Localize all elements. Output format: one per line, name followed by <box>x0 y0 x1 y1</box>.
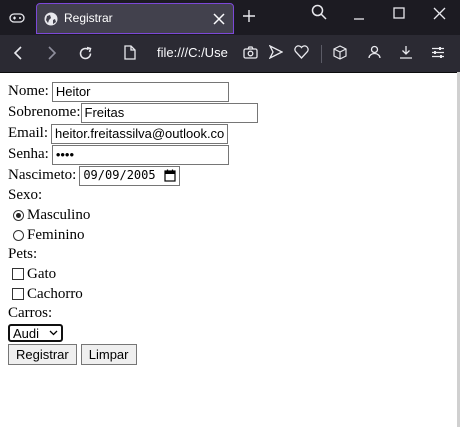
sexo-option-masculino: Masculino <box>8 205 258 225</box>
sexo-option-feminino: Feminino <box>8 225 258 245</box>
close-tab-icon[interactable] <box>211 11 227 27</box>
sexo-label: Sexo: <box>8 187 43 203</box>
date-year[interactable]: 2005 <box>127 168 156 182</box>
carros-select[interactable]: Audi <box>8 324 63 342</box>
close-window-icon[interactable] <box>430 4 448 22</box>
globe-icon <box>44 12 58 26</box>
heart-icon[interactable] <box>293 44 309 60</box>
account-icon[interactable] <box>366 44 382 60</box>
page-icon <box>122 43 138 61</box>
limpar-button[interactable]: Limpar <box>80 343 137 365</box>
maximize-icon[interactable] <box>390 4 408 22</box>
toolbar-separator <box>321 45 322 63</box>
feminino-radio[interactable] <box>13 229 24 241</box>
nome-label: Nome: <box>8 83 49 99</box>
pets-row: Pets: <box>8 245 258 264</box>
pets-option-cachorro: Cachorro <box>8 284 258 304</box>
feminino-label: Feminino <box>27 226 85 243</box>
nome-row: Nome: Heitor <box>8 81 258 102</box>
nascimento-label: Nascimeto: <box>8 167 77 183</box>
url-field[interactable]: file:///C:/Use <box>157 45 228 60</box>
cachorro-checkbox[interactable] <box>12 288 24 300</box>
screenshot-icon[interactable] <box>242 44 258 60</box>
buttons-row: Registrar Limpar <box>8 343 258 365</box>
registration-form: Nome: Heitor Sobrenome: Freitas Email: h… <box>8 81 258 365</box>
email-label: Email: <box>8 125 48 141</box>
senha-input[interactable]: •••• <box>51 144 229 165</box>
new-tab-icon[interactable] <box>240 7 258 25</box>
senha-row: Senha: •••• <box>8 144 258 165</box>
sobrenome-input[interactable]: Freitas <box>80 102 258 123</box>
chevron-down-icon <box>49 330 58 336</box>
sobrenome-row: Sobrenome: Freitas <box>8 102 258 123</box>
forward-icon[interactable] <box>44 44 60 62</box>
send-icon[interactable] <box>268 44 284 60</box>
gato-checkbox[interactable] <box>12 268 24 280</box>
download-icon[interactable] <box>398 44 414 60</box>
registrar-button[interactable]: Registrar <box>8 343 77 365</box>
date-month[interactable]: 09 <box>105 168 119 182</box>
reload-icon[interactable] <box>76 44 94 62</box>
search-icon[interactable] <box>310 3 328 21</box>
pets-label: Pets: <box>8 246 38 262</box>
sexo-row: Sexo: <box>8 186 258 205</box>
nascimento-row: Nascimeto: 09/09/2005 <box>8 165 258 186</box>
carros-row: Carros: <box>8 304 258 323</box>
nascimento-date-input[interactable]: 09/09/2005 <box>79 165 180 186</box>
sobrenome-label: Sobrenome: <box>8 104 81 120</box>
gamepad-icon[interactable] <box>6 8 28 28</box>
carros-label: Carros: <box>8 305 53 321</box>
senha-label: Senha: <box>8 146 49 162</box>
tab-bar: Registrar <box>0 0 460 35</box>
extensions-cube-icon[interactable] <box>332 44 348 60</box>
minimize-icon[interactable] <box>350 6 368 24</box>
tab-title: Registrar <box>64 11 113 25</box>
settings-sliders-icon[interactable] <box>430 44 446 60</box>
pets-option-gato: Gato <box>8 264 258 284</box>
date-day[interactable]: 09 <box>83 168 97 182</box>
tab-registrar[interactable]: Registrar <box>36 3 234 34</box>
cachorro-label: Cachorro <box>27 285 83 302</box>
email-row: Email: heitor.freitassilva@outlook.co <box>8 123 258 144</box>
masculino-radio[interactable] <box>13 209 24 221</box>
navigation-toolbar <box>0 35 460 73</box>
nome-input[interactable]: Heitor <box>51 81 229 102</box>
calendar-icon[interactable] <box>164 169 176 182</box>
carros-select-row: Audi <box>8 323 258 343</box>
gato-label: Gato <box>27 265 57 282</box>
email-input[interactable]: heitor.freitassilva@outlook.co <box>51 123 228 144</box>
back-icon[interactable] <box>10 44 26 62</box>
carros-selected-value: Audi <box>13 325 40 341</box>
masculino-label: Masculino <box>27 206 91 223</box>
